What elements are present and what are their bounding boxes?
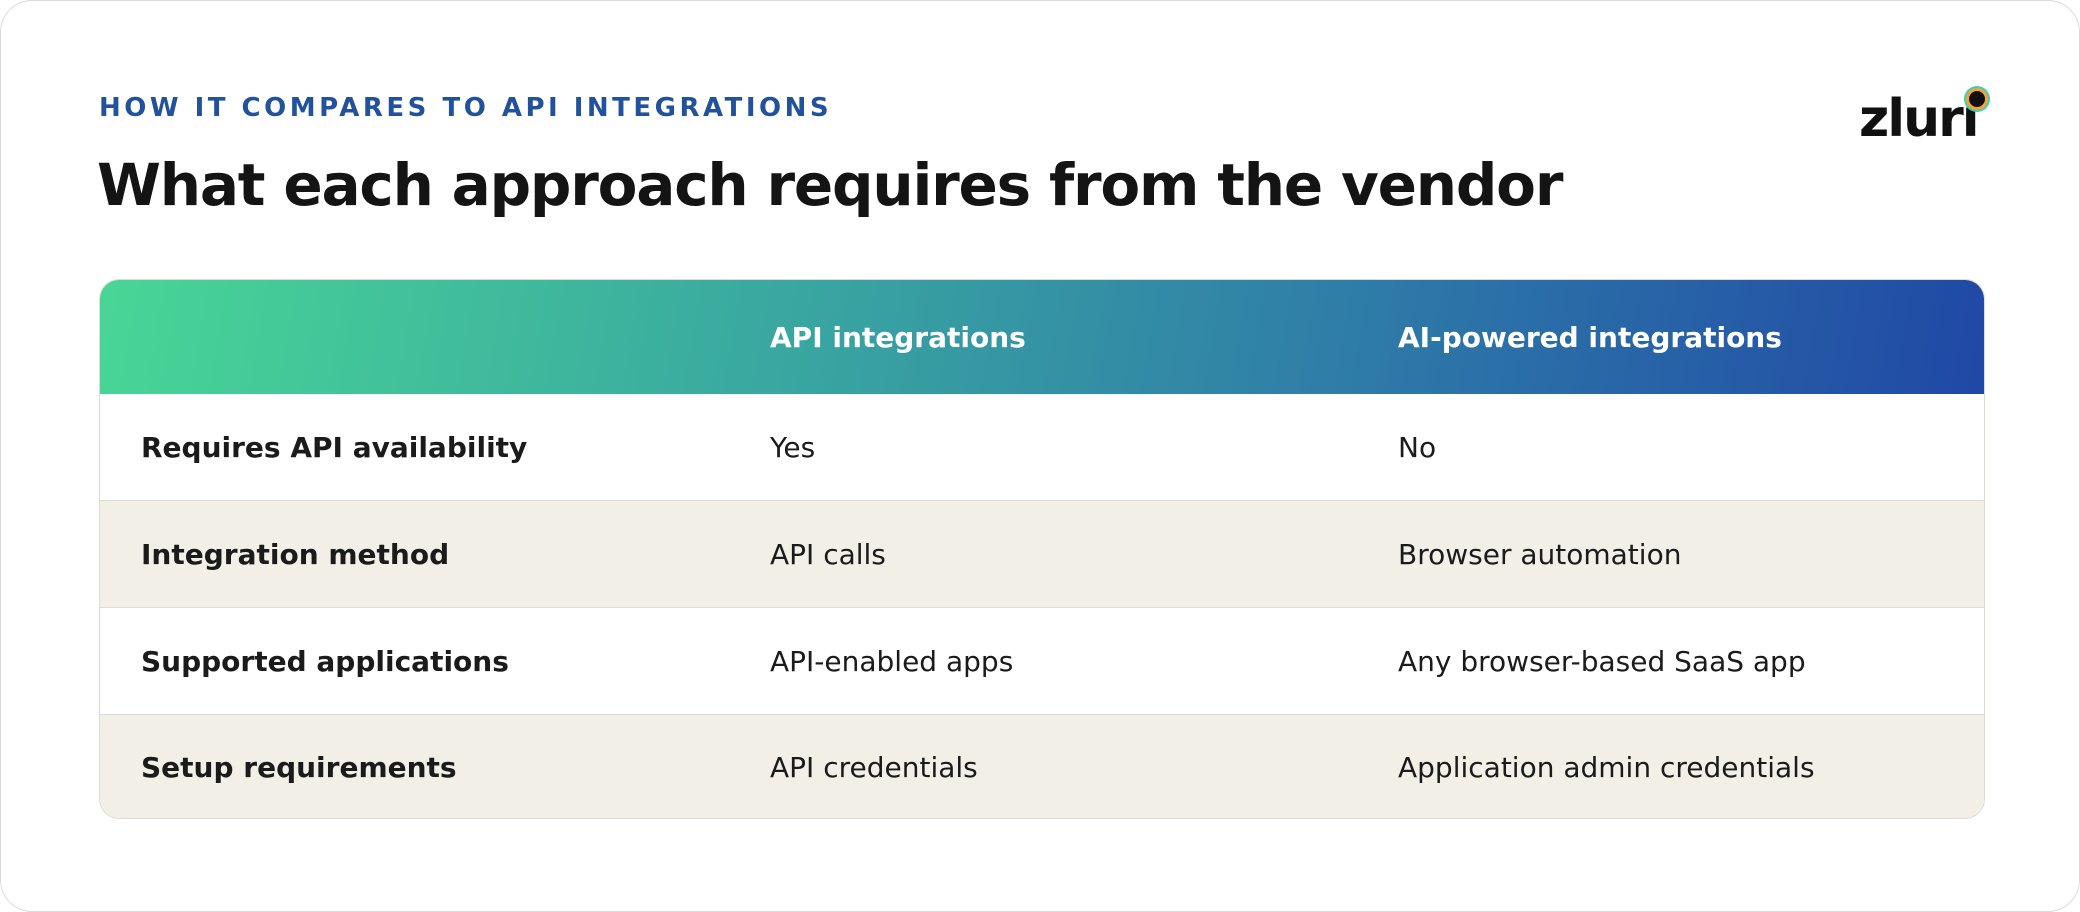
ai-value: No [1398,430,1437,464]
column-header-api: API integrations [770,320,1026,354]
row-label: Setup requirements [141,750,457,784]
row-label: Integration method [141,538,450,571]
comparison-card: HOW IT COMPARES TO API INTEGRATIONS What… [0,0,2080,912]
table-row: Supported applications API-enabled apps … [100,607,1984,715]
ai-value: Application admin credentials [1398,750,1815,784]
logo-wordmark: zluri [1859,89,1980,149]
ai-value: Any browser-based SaaS app [1398,645,1806,678]
table-row: Requires API availability Yes No [100,394,1984,500]
zluri-logo: zluri [1859,89,1989,149]
page-title: What each approach requires from the ven… [97,151,1563,219]
table-header: API integrations AI-powered integrations [100,280,1984,394]
section-eyebrow: HOW IT COMPARES TO API INTEGRATIONS [99,93,833,123]
logo-dot-icon [1969,91,1985,107]
row-label: Requires API availability [141,430,528,464]
api-value: Yes [770,430,816,464]
comparison-table: API integrations AI-powered integrations… [99,279,1985,819]
api-value: API calls [770,538,886,571]
ai-value: Browser automation [1398,538,1682,571]
column-header-ai: AI-powered integrations [1398,320,1782,354]
api-value: API credentials [770,750,978,784]
table-row: Setup requirements API credentials Appli… [100,714,1984,818]
api-value: API-enabled apps [770,645,1014,678]
row-label: Supported applications [141,645,509,678]
table-row: Integration method API calls Browser aut… [100,500,1984,608]
